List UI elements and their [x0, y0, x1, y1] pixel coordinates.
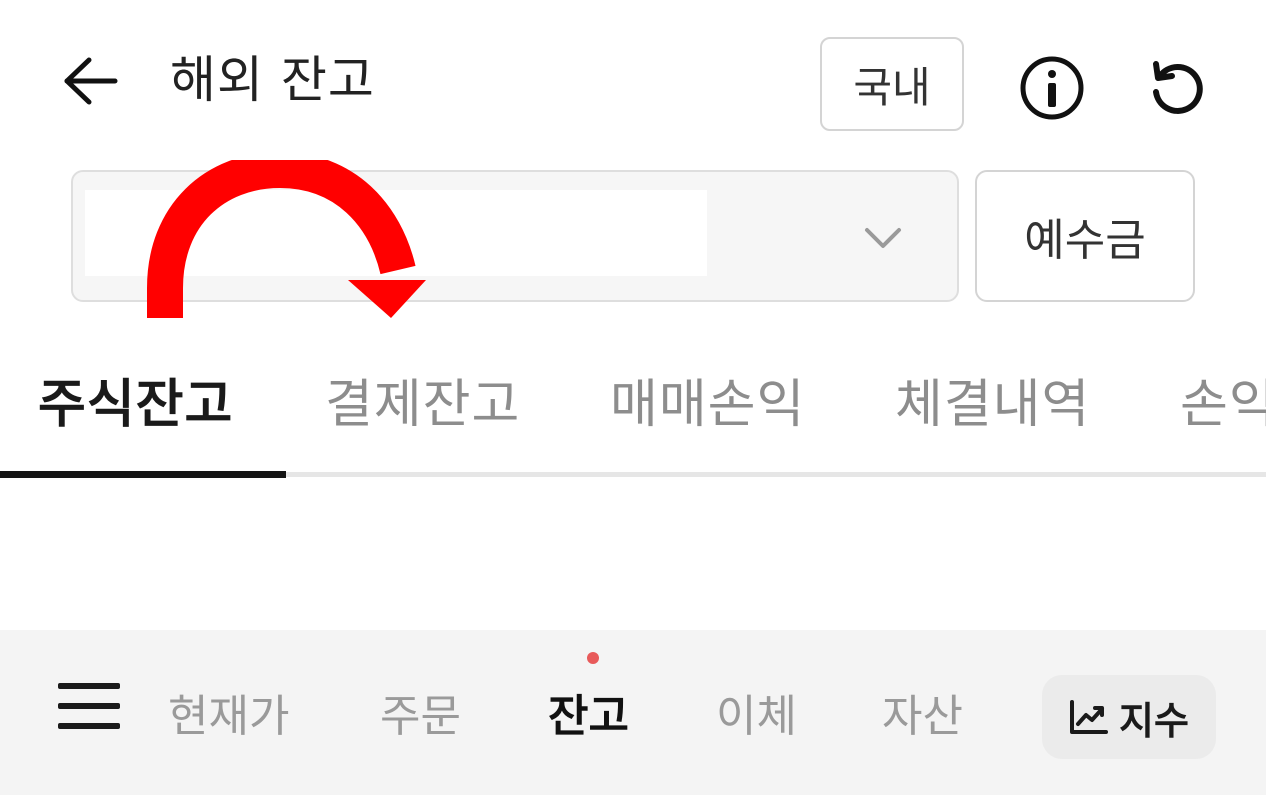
- tab-settlement-balance[interactable]: 결제잔고: [325, 362, 520, 437]
- back-button[interactable]: [55, 45, 127, 117]
- nav-transfer[interactable]: 이체: [716, 680, 797, 744]
- menu-button[interactable]: [58, 680, 124, 736]
- bottom-nav: 현재가 주문 잔고 이체 자산 지수: [0, 630, 1266, 795]
- account-select[interactable]: [71, 170, 959, 302]
- tab-active-indicator: [0, 471, 286, 478]
- nav-assets[interactable]: 자산: [882, 680, 963, 744]
- trending-up-icon: [1070, 700, 1109, 734]
- notification-dot: [587, 652, 599, 664]
- index-label: 지수: [1119, 698, 1189, 743]
- nav-balance[interactable]: 잔고: [548, 680, 629, 744]
- deposit-button[interactable]: 예수금: [975, 170, 1195, 302]
- info-button[interactable]: [1012, 48, 1092, 128]
- refresh-icon: [1153, 61, 1203, 114]
- tab-profit-loss[interactable]: 손익: [1180, 362, 1266, 437]
- tab-trading-profit[interactable]: 매매손익: [610, 362, 805, 437]
- tab-bar: 주식잔고 결제잔고 매매손익 체결내역 손익: [0, 340, 1266, 480]
- page-title: 해외 잔고: [170, 51, 375, 109]
- refresh-button[interactable]: [1136, 48, 1216, 128]
- chevron-down-icon: [865, 228, 901, 248]
- info-icon: [1020, 56, 1084, 120]
- index-button[interactable]: 지수: [1042, 675, 1216, 759]
- account-value: [85, 190, 707, 276]
- tab-stock-balance[interactable]: 주식잔고: [38, 362, 233, 437]
- tab-execution-history[interactable]: 체결내역: [895, 362, 1090, 437]
- nav-current-price[interactable]: 현재가: [168, 680, 289, 744]
- arrow-left-icon: [64, 57, 118, 105]
- nav-order[interactable]: 주문: [380, 680, 461, 744]
- domestic-button[interactable]: 국내: [820, 37, 964, 131]
